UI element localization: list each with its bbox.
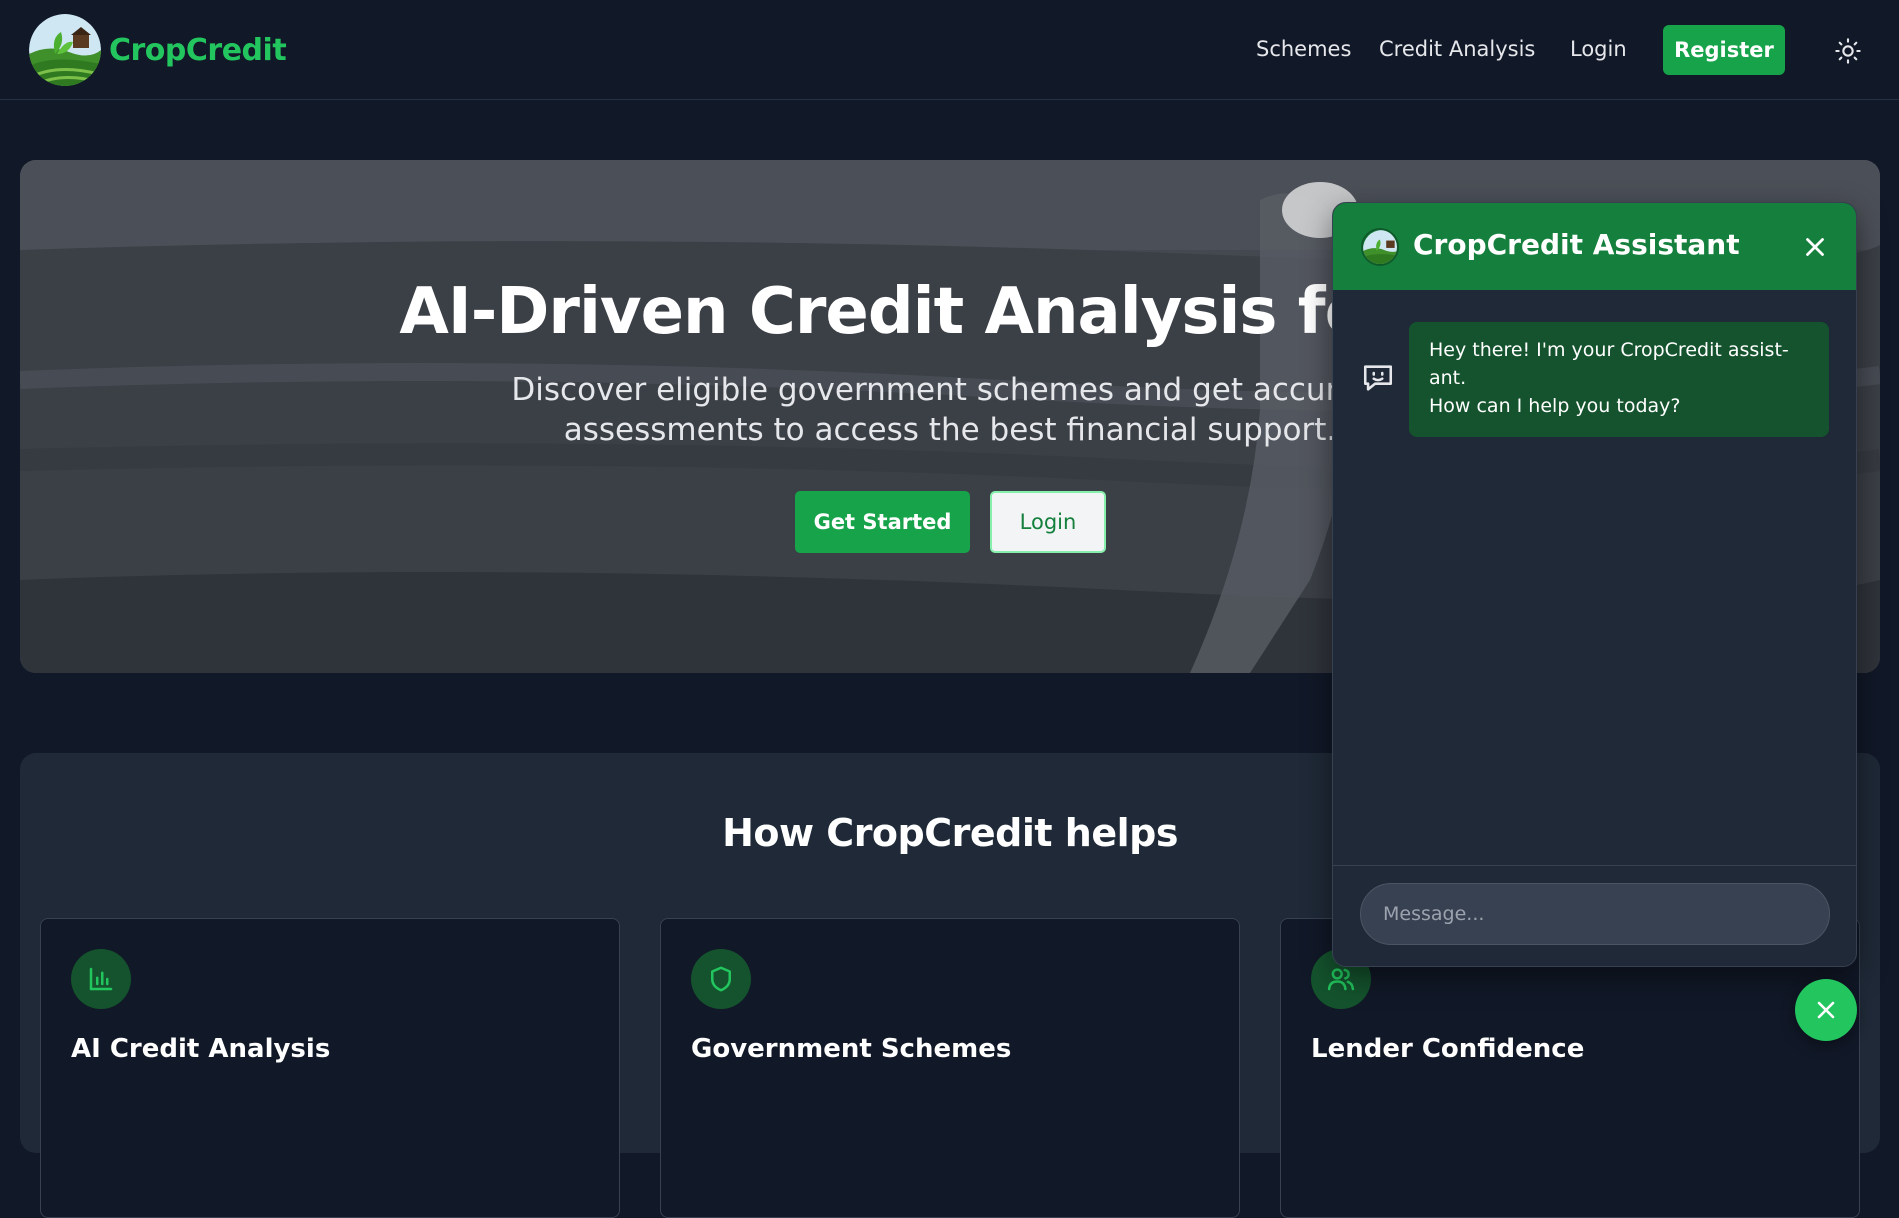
message-line: How can I help you today?	[1429, 395, 1681, 417]
message-line: Hey there! I'm your CropCredit assist-	[1429, 339, 1789, 361]
farm-logo-icon	[29, 14, 101, 86]
message-line: ant.	[1429, 367, 1467, 389]
bar-chart-icon	[71, 949, 131, 1009]
chat-message-input[interactable]	[1360, 883, 1830, 945]
nav-link-schemes[interactable]: Schemes	[1256, 37, 1351, 61]
feature-card: AI Credit Analysis	[40, 918, 620, 1218]
nav-link-credit-analysis[interactable]: Credit Analysis	[1379, 37, 1535, 61]
chat-divider	[1333, 865, 1856, 866]
assistant-avatar	[1361, 228, 1399, 266]
shield-icon	[691, 949, 751, 1009]
feature-card-title: AI Credit Analysis	[71, 1034, 331, 1064]
get-started-button[interactable]: Get Started	[795, 491, 970, 553]
feature-card: Government Schemes	[660, 918, 1240, 1218]
close-icon[interactable]	[1800, 232, 1830, 262]
brand-logo-link[interactable]: CropCredit	[29, 14, 287, 86]
nav-link-login[interactable]: Login	[1570, 37, 1627, 61]
brand-name: CropCredit	[109, 32, 287, 68]
register-button[interactable]: Register	[1663, 25, 1785, 75]
close-icon	[1817, 1001, 1835, 1019]
chat-window: CropCredit Assistant Hey there! I'm your…	[1332, 202, 1857, 967]
hero-title-main: AI-Driven Credit Analysis for	[399, 275, 1420, 349]
feature-card-title: Lender Confidence	[1311, 1034, 1585, 1064]
chat-title: CropCredit Assistant	[1413, 228, 1740, 261]
chat-header: CropCredit Assistant	[1333, 203, 1856, 290]
chat-toggle-button[interactable]	[1795, 979, 1857, 1041]
feature-card-title: Government Schemes	[691, 1034, 1012, 1064]
assistant-message-bubble: Hey there! I'm your CropCredit assist- a…	[1409, 322, 1829, 437]
top-navbar: CropCredit Schemes Credit Analysis Login…	[0, 0, 1899, 100]
hero-login-button[interactable]: Login	[990, 491, 1106, 553]
chat-bot-icon	[1361, 361, 1395, 395]
sun-icon[interactable]	[1834, 37, 1862, 65]
